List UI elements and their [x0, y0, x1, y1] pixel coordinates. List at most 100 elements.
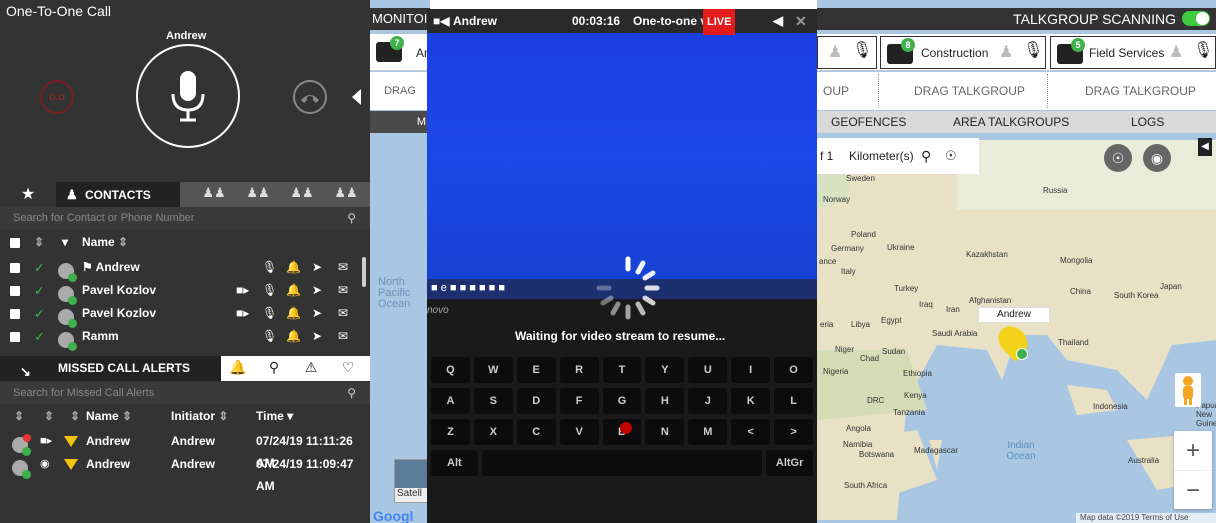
search-icon[interactable]: ⚲ [347, 207, 356, 229]
distance-unit-select[interactable]: Kilometer(s) [849, 138, 914, 174]
mic-icon[interactable]: 🎙 [852, 40, 872, 60]
map-layer-clear-icon[interactable]: ◉ [1143, 144, 1171, 172]
ptt-mic-icon[interactable]: 🎙 [262, 256, 277, 279]
video-call-icon[interactable]: ■▸ [236, 302, 249, 325]
tab-favorites[interactable]: ★ [0, 182, 56, 207]
ptt-mic-icon[interactable]: 🎙 [262, 279, 277, 302]
mic-icon[interactable]: 🎙 [1023, 40, 1043, 60]
contact-row[interactable]: ✓ Pavel Kozlov ■▸ 🎙 🔔 ➤ ✉ [0, 302, 362, 328]
zoom-out-button[interactable]: − [1174, 470, 1212, 509]
map-panel-collapse-icon[interactable]: ◀ [1198, 138, 1212, 156]
missed-call-row[interactable]: ◉ Andrew Andrew 07/24/19 11:09:47 AM [0, 453, 370, 493]
time-column-header[interactable]: Time ▾ [256, 405, 293, 427]
tab-geofences[interactable]: GEOFENCES [831, 111, 906, 133]
tab-broadcast-groups[interactable]: ♟♟ [334, 185, 358, 203]
record-button[interactable]: o.o [40, 80, 74, 114]
street-view-pegman-icon[interactable] [1175, 373, 1201, 407]
push-to-talk-button[interactable] [136, 44, 240, 148]
message-icon[interactable]: ✉ [338, 302, 348, 325]
monitor-drag-area[interactable]: DRAG [370, 72, 430, 110]
ptt-mic-icon[interactable]: 🎙 [262, 302, 277, 325]
talkgroup-cell[interactable]: 5 Field Services ♟ 🎙 [1050, 36, 1216, 69]
message-icon[interactable]: ✉ [338, 279, 348, 302]
message-icon[interactable]: ✉ [338, 325, 348, 348]
sort-type-icon[interactable]: ⇕ [14, 405, 24, 427]
locate-icon[interactable]: ☉ [945, 138, 957, 174]
tab-logs[interactable]: LOGS [1131, 111, 1164, 133]
monitor-talkgroup-cell[interactable]: 7 An [370, 34, 430, 71]
collapse-caret-icon[interactable]: ▾ [62, 230, 68, 254]
tab-warning-alerts[interactable]: ⚠ [297, 359, 325, 379]
drag-talkgroup-row: OUP DRAG TALKGROUP DRAG TALKGROUP [817, 72, 1216, 110]
sort-media-icon[interactable]: ⇕ [44, 405, 54, 427]
group-icon: ♟♟ [202, 185, 226, 200]
collapse-panel-icon[interactable] [352, 89, 361, 105]
location-arrow-icon[interactable]: ➤ [312, 279, 322, 302]
monitor-tab[interactable]: M [370, 111, 430, 133]
tab-missed-label: MISSED CALL ALERTS [58, 361, 191, 375]
select-all-checkbox[interactable] [10, 237, 20, 248]
talkgroup-cell-partial[interactable]: ♟ 🎙 [817, 36, 877, 69]
row-checkbox[interactable] [10, 331, 20, 342]
missed-initiator: Andrew [171, 457, 216, 471]
contact-row[interactable]: ✓ Pavel Kozlov ■▸ 🎙 🔔 ➤ ✉ [0, 279, 362, 305]
scanning-toggle[interactable] [1182, 11, 1210, 26]
tab-dispatch-groups[interactable]: ♟♟ [290, 185, 314, 203]
missed-search[interactable]: Search for Missed Call Alerts ⚲ [0, 382, 370, 404]
sort-priority-icon[interactable]: ⇕ [70, 405, 80, 427]
contact-row[interactable]: ✓ Ramm 🎙 🔔 ➤ ✉ [0, 325, 362, 351]
row-checkbox[interactable] [10, 308, 20, 319]
tab-contacts[interactable]: ♟ CONTACTS [56, 182, 180, 207]
speaker-icon[interactable]: ◀ [773, 9, 783, 33]
row-checkbox[interactable] [10, 262, 20, 273]
zoom-in-button[interactable]: + [1174, 431, 1212, 470]
tab-health-alerts[interactable]: ♡ [334, 359, 362, 379]
location-arrow-icon[interactable]: ➤ [312, 302, 322, 325]
missed-call-icon: ↘ [20, 364, 31, 379]
mic-icon[interactable]: 🎙 [1193, 40, 1213, 60]
initiator-column-header[interactable]: Initiator ⇕ [171, 405, 228, 427]
search-icon[interactable]: ⚲ [347, 382, 356, 404]
message-icon[interactable]: ✉ [338, 256, 348, 279]
ptt-mic-icon[interactable]: 🎙 [262, 325, 277, 348]
name-column-header[interactable]: Name ⇕ [82, 230, 128, 254]
sort-status-icon[interactable]: ⇕ [34, 230, 44, 254]
contact-name: Pavel Kozlov [82, 306, 157, 320]
alert-bell-icon[interactable]: 🔔 [286, 302, 301, 325]
contact-search[interactable]: Search for Contact or Phone Number ⚲ [0, 207, 370, 229]
alert-bell-icon[interactable]: 🔔 [286, 279, 301, 302]
map-label: Chad [860, 354, 880, 363]
contact-row[interactable]: ✓ ⚑ Andrew 🎙 🔔 ➤ ✉ [0, 256, 362, 282]
video-call-icon[interactable]: ■▸ [236, 279, 249, 302]
contacts-scrollbar[interactable] [362, 257, 366, 287]
alert-bell-icon[interactable]: 🔔 [286, 325, 301, 348]
drag-talkgroup-slot[interactable]: DRAG TALKGROUP [914, 72, 1025, 110]
drag-talkgroup-slot[interactable]: OUP [823, 72, 849, 110]
tab-emergency-alerts[interactable]: 🔔 [224, 359, 252, 379]
hang-up-button[interactable] [293, 80, 327, 114]
satellite-toggle[interactable]: Satell [394, 459, 428, 503]
distance-filter[interactable]: f 1 Kilometer(s) ⚲ ☉ [817, 138, 979, 174]
missed-call-row[interactable]: ■▸ Andrew Andrew 07/24/19 11:11:26 AM [0, 430, 370, 470]
tab-area-talkgroups[interactable]: AREA TALKGROUPS [953, 111, 1069, 133]
search-icon[interactable]: ⚲ [921, 138, 931, 174]
broadcast-off-icon: ♟ [1169, 44, 1184, 61]
phone-hangup-icon [301, 95, 319, 103]
missed-search-input[interactable]: Search for Missed Call Alerts [13, 387, 154, 399]
talkgroup-cell[interactable]: 8 Construction ♟ 🎙 [880, 36, 1046, 69]
name-column-header[interactable]: Name ⇕ [86, 405, 132, 427]
contact-search-input[interactable]: Search for Contact or Phone Number [13, 212, 195, 224]
drag-talkgroup-slot[interactable]: DRAG TALKGROUP [1085, 72, 1196, 110]
row-checkbox[interactable] [10, 285, 20, 296]
location-arrow-icon[interactable]: ➤ [312, 256, 322, 279]
map-attribution[interactable]: Map data ©2019 Terms of Use [1076, 513, 1216, 523]
tab-groups[interactable]: ♟♟ [202, 185, 226, 203]
tab-geofence-alerts[interactable]: ⚲ [260, 359, 288, 379]
alert-bell-icon[interactable]: 🔔 [286, 256, 301, 279]
close-icon[interactable]: ✕ [795, 9, 807, 33]
tab-missed-call-alerts[interactable]: ↘ MISSED CALL ALERTS [0, 356, 221, 381]
warning-icon: ⚠ [304, 359, 318, 375]
location-arrow-icon[interactable]: ➤ [312, 325, 322, 348]
geofence-clear-icon[interactable]: ☉ [1104, 144, 1132, 172]
tab-talkgroups[interactable]: ♟♟ [246, 185, 270, 203]
